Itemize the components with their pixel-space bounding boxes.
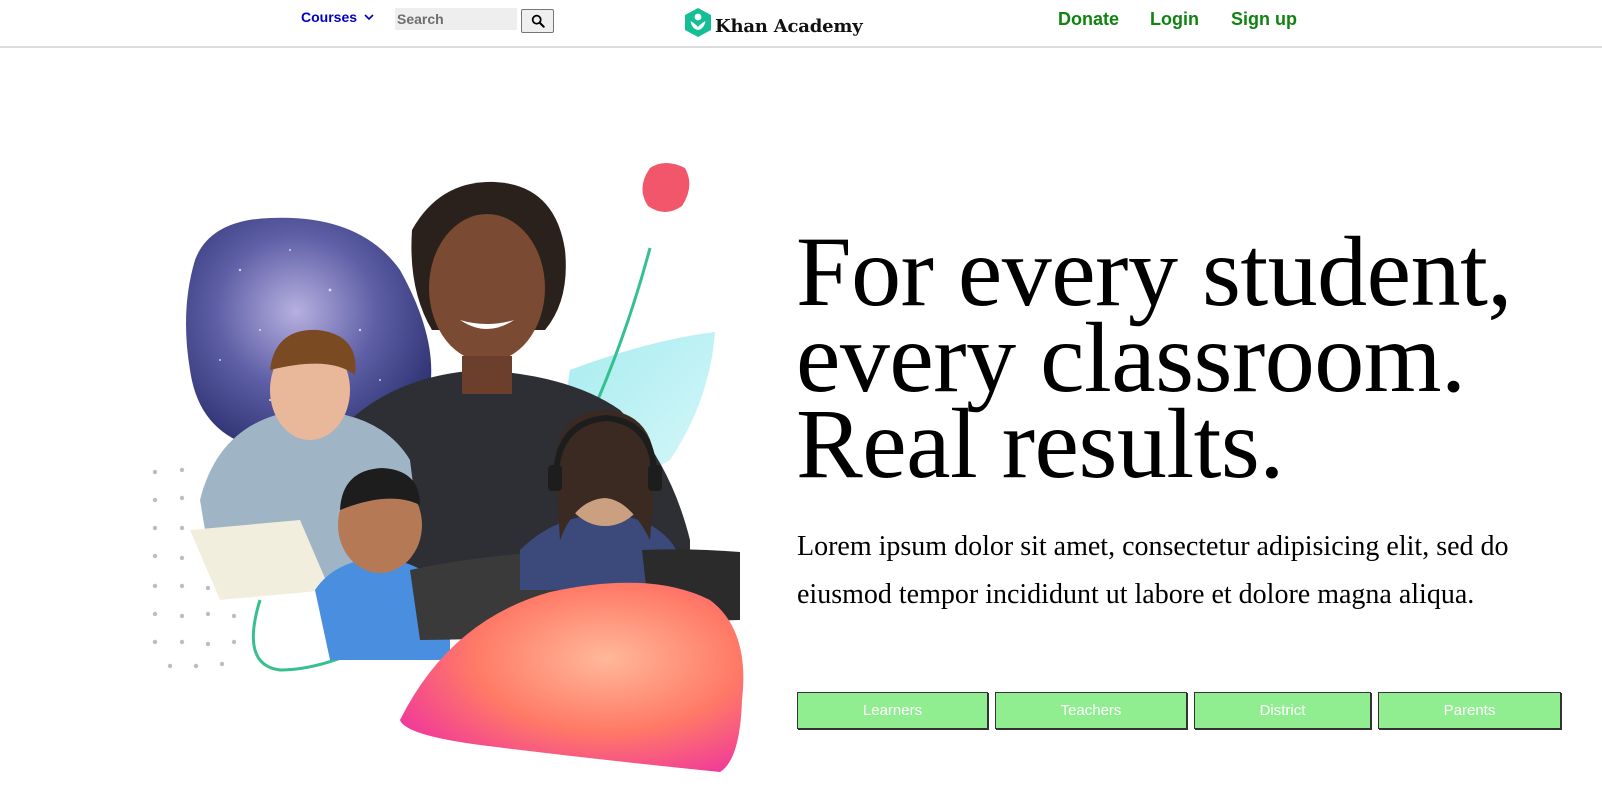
search-input[interactable] xyxy=(395,8,517,30)
login-link[interactable]: Login xyxy=(1150,9,1199,30)
khan-academy-logo[interactable]: Khan Academy xyxy=(685,8,863,37)
headline-line-3: Real results. xyxy=(796,388,1284,499)
parents-button[interactable]: Parents xyxy=(1378,692,1561,729)
khan-academy-logo-icon xyxy=(685,8,711,37)
search-icon xyxy=(531,14,545,28)
search-button[interactable] xyxy=(521,9,554,33)
teachers-button[interactable]: Teachers xyxy=(995,692,1187,729)
girl-face xyxy=(429,214,545,362)
courses-dropdown[interactable]: Courses xyxy=(301,9,375,25)
courses-label: Courses xyxy=(301,9,358,25)
top-nav: Courses Khan Academy Donate Login Sign u… xyxy=(0,0,1602,48)
donate-link[interactable]: Donate xyxy=(1058,9,1119,30)
learners-button[interactable]: Learners xyxy=(797,692,988,729)
district-button[interactable]: District xyxy=(1194,692,1371,729)
hero-illustration xyxy=(152,163,744,772)
logo-text: Khan Academy xyxy=(715,16,863,37)
signup-link[interactable]: Sign up xyxy=(1231,9,1297,30)
hero-description: Lorem ipsum dolor sit amet, consectetur … xyxy=(797,531,1509,610)
chevron-down-icon xyxy=(364,14,374,21)
red-ball-shape xyxy=(642,163,690,212)
hero-headline: For every student, every classroom. Real… xyxy=(796,222,1596,499)
